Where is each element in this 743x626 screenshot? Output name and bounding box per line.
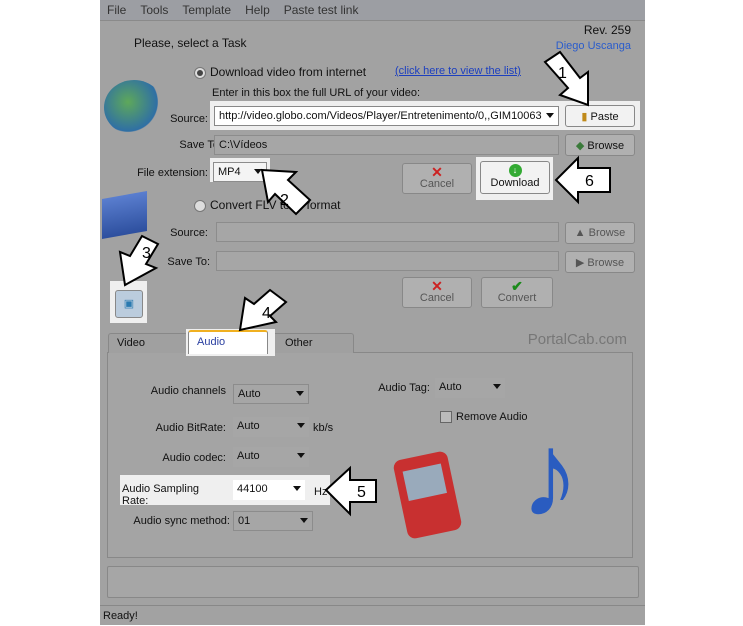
callout-arrow-4: 4	[238, 288, 288, 332]
callout-layer: 1 2 3 4 5 6	[118, 50, 611, 517]
callout-number: 1	[558, 65, 567, 82]
callout-number: 2	[280, 192, 289, 209]
callout-arrow-5: 5	[324, 465, 377, 517]
callout-number: 6	[585, 173, 594, 190]
callout-number: 3	[142, 245, 151, 262]
callout-number: 4	[262, 305, 271, 322]
callout-arrow-2: 2	[260, 168, 312, 216]
callout-arrow-6: 6	[554, 155, 611, 205]
callout-arrow-3: 3	[118, 234, 160, 287]
callout-number: 5	[357, 484, 366, 501]
callout-arrow-1: 1	[543, 50, 589, 107]
